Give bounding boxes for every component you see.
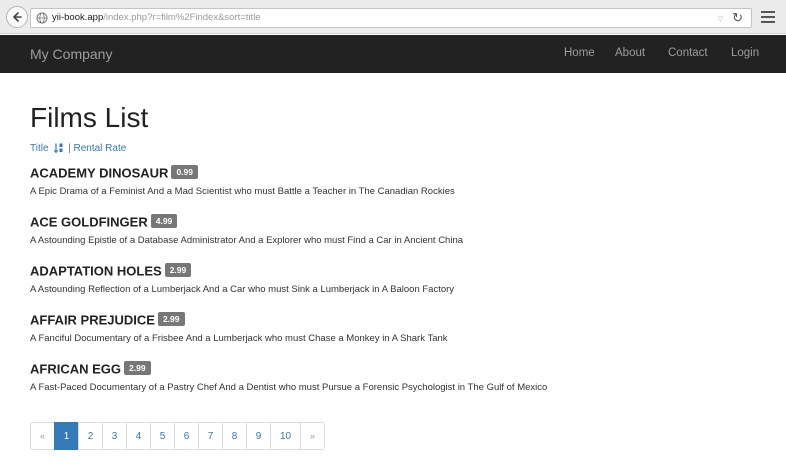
rental-rate-badge: 2.99 [164, 262, 192, 277]
prev-page-button[interactable]: « [30, 422, 55, 450]
reload-icon[interactable]: ↻ [732, 10, 743, 26]
film-description: A Fanciful Documentary of a Frisbee And … [30, 333, 448, 344]
film-title[interactable]: AFFAIR PREJUDICE [30, 312, 155, 327]
brand-link[interactable]: My Company [30, 46, 112, 62]
page-button-10[interactable]: 10 [270, 422, 301, 450]
back-arrow-icon [13, 12, 22, 22]
url-text: yii-book.app/index.php?r=film%2Findex&so… [52, 12, 261, 23]
nav-item-login[interactable]: Login [731, 47, 759, 59]
page-button-6[interactable]: 6 [174, 422, 199, 450]
rental-rate-badge: 2.99 [157, 311, 185, 326]
film-title[interactable]: ACADEMY DINOSAUR [30, 165, 168, 180]
nav-item-home[interactable]: Home [564, 47, 595, 59]
film-item: AFFAIR PREJUDICE 2.99 A Fanciful Document… [30, 311, 750, 344]
film-item: ACE GOLDFINGER 4.99 A Astounding Epistle … [30, 213, 750, 246]
nav-item-contact[interactable]: Contact [668, 47, 708, 59]
globe-icon [36, 12, 48, 24]
pagination: « 1 2 3 4 5 6 7 8 9 10 » [30, 422, 325, 450]
film-item: ADAPTATION HOLES 2.99 A Astounding Reflec… [30, 262, 750, 295]
film-title[interactable]: ACE GOLDFINGER [30, 214, 148, 229]
rental-rate-badge: 0.99 [171, 164, 198, 179]
page-button-9[interactable]: 9 [246, 422, 271, 450]
page-button-7[interactable]: 7 [198, 422, 223, 450]
rental-rate-badge: 4.99 [150, 213, 178, 228]
rental-rate-badge: 2.99 [124, 360, 151, 375]
url-path: /index.php?r=film%2Findex&sort=title [103, 12, 261, 23]
next-page-button[interactable]: » [300, 422, 325, 450]
sort-alpha-icon [54, 143, 63, 154]
address-bar[interactable]: yii-book.app/index.php?r=film%2Findex&so… [30, 8, 752, 28]
film-description: A Astounding Reflection of a Lumberjack … [30, 284, 455, 295]
page-button-5[interactable]: 5 [150, 422, 175, 450]
navbar: My Company Home About Contact Login [0, 35, 786, 73]
browser-toolbar: yii-book.app/index.php?r=film%2Findex&so… [0, 0, 786, 34]
page-button-3[interactable]: 3 [102, 422, 127, 450]
hamburger-menu-icon[interactable] [758, 8, 778, 26]
sort-by-title-link[interactable]: Title [30, 143, 49, 154]
film-item: ACADEMY DINOSAUR 0.99 A Epic Drama of a F… [30, 164, 750, 197]
page-title: Films List [30, 102, 149, 133]
film-item: AFRICAN EGG 2.99 A Fast-Paced Documentary… [30, 360, 750, 393]
film-description: A Fast-Paced Documentary of a Pastry Che… [30, 382, 548, 393]
sort-by-rental-rate-link[interactable]: Rental Rate [73, 143, 126, 154]
page-button-4[interactable]: 4 [126, 422, 151, 450]
url-dropdown-icon[interactable]: ▽ [718, 15, 723, 23]
film-description: A Astounding Epistle of a Database Admin… [30, 235, 464, 246]
nav-item-about[interactable]: About [615, 47, 645, 59]
back-button[interactable] [6, 6, 28, 28]
page-button-2[interactable]: 2 [78, 422, 103, 450]
sort-links: Title | Rental Rate [30, 143, 126, 154]
page-button-8[interactable]: 8 [222, 422, 247, 450]
url-host: yii-book.app [52, 12, 104, 23]
film-title[interactable]: ADAPTATION HOLES [30, 263, 162, 278]
film-title[interactable]: AFRICAN EGG [30, 361, 121, 376]
sort-separator: | [68, 143, 71, 154]
film-description: A Epic Drama of a Feminist And a Mad Sci… [30, 186, 455, 197]
page-button-1[interactable]: 1 [54, 422, 79, 450]
